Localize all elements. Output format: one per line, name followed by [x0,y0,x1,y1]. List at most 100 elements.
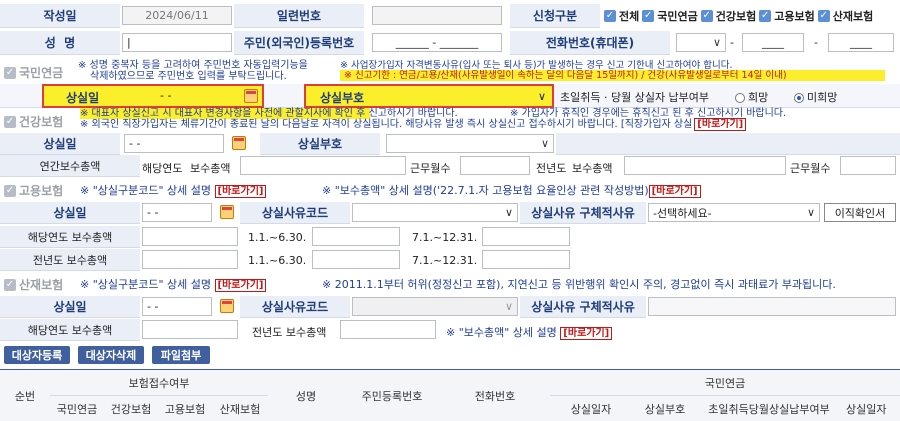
table-header-ins-health: 건강보험 [104,396,158,421]
employment-prev-period2-input[interactable] [482,250,570,269]
write-date-field[interactable]: 2024/06/11 [122,6,232,25]
serial-label: 일련번호 [234,4,364,28]
check-industrial-icon[interactable]: ✓ [817,10,830,22]
employment-cur-period1-input[interactable] [312,227,400,246]
employment-note-2-text: ※ "보수총액" 상세 설명('22.7.1.자 고용보험 요율인상 관련 작성… [322,184,649,197]
pension-loss-code-label: 상실부호 [320,91,365,105]
health-pay-total-label: 보수총액 [190,162,231,175]
calendar-icon[interactable] [244,89,258,103]
table-header-seq: 순번 [0,370,50,421]
pension-radio-yes[interactable]: 희망 [735,89,768,105]
phone-prefix-select[interactable]: ∨ [676,33,726,52]
employment-cur-pay-input[interactable] [142,227,238,246]
employment-check-icon[interactable]: ✓ [4,184,16,197]
pension-loss-date-label: 상실일 [66,91,100,105]
check-health-icon[interactable]: ✓ [700,10,713,22]
resident-input[interactable]: ______ - _______ [372,33,502,52]
employment-reason-code-select[interactable]: ∨ [352,203,518,222]
phone-last-input[interactable]: ____ [828,33,894,52]
employment-reason-detail-select[interactable]: -선택하세요- ∨ [648,203,820,222]
industrial-prev-pay-label: 전년도 보수총액 [252,326,327,339]
health-check-icon[interactable]: ✓ [4,115,16,128]
health-note-2-text: ※ 외국인 직장가입자는 체류기간이 종료된 날의 다음날로 자격이 상실됩니다… [80,119,693,130]
industrial-reason-detail-input[interactable] [648,297,896,316]
health-prev-year-label: 전년도 [536,162,567,175]
employment-reason-detail-label: 상실사유 구체적사유 [520,202,646,224]
health-prev-pay-input[interactable] [624,156,786,175]
employment-cur-period2-input[interactable] [482,227,570,246]
employment-cur-pay-label: 해당연도 보수총액 [0,226,140,248]
pension-loss-code-select[interactable]: ∨ [392,86,550,106]
calendar-icon[interactable] [220,205,234,219]
health-cur-year-label: 해당연도 [142,162,183,175]
write-date-label: 작성일 [0,4,120,28]
industrial-check-icon[interactable]: ✓ [4,278,16,291]
reason-select-value: -선택하세요- [653,206,712,220]
employment-prev-pay-label: 전년도 보수총액 [0,249,140,271]
pension-note-1b: 삭제하였으므로 주민번호 입력를 부탁드립니다. [90,71,287,82]
employment-code-link[interactable]: [바로가기] [214,185,267,198]
industrial-prev-pay-input[interactable] [340,320,436,339]
employment-loss-date-input[interactable]: - - [142,203,212,222]
check-pension-icon[interactable]: ✓ [642,10,655,22]
industrial-cur-pay-input[interactable] [142,320,238,339]
industrial-pay-note-text: ※ "보수총액" 상세 설명 [446,326,557,339]
calendar-icon[interactable] [232,136,246,150]
check-all-icon[interactable]: ✓ [604,10,616,22]
health-section-title: ✓ 건강보험 [4,113,63,130]
check-health-label: 건강보험 [715,10,757,23]
health-pay-total-label-2: 보수총액 [572,162,613,175]
pension-note-3: ※ 신고기한 : 연금/고용/산재(사유발생일이 속하는 달의 다음달 15일까… [344,70,787,81]
employment-prev-period1-input[interactable] [312,250,400,269]
pension-check-icon[interactable]: ✓ [4,66,16,79]
table-header-insurance-group: 보험접수여부 [50,370,268,395]
employment-prev-pay-input[interactable] [142,250,238,269]
health-note-2: ※ 외국인 직장가입자는 체류기간이 종료된 날의 다음날로 자격이 상실됩니다… [80,118,747,131]
chevron-down-icon: ∨ [712,36,721,49]
industrial-code-link[interactable]: [바로가기] [214,279,267,292]
employment-period-2b: 7.1.~12.31. [412,254,478,267]
health-cur-months-input[interactable] [460,156,530,175]
table-header-phone: 전화번호 [440,370,550,421]
health-note-1: ※ 대표자 상실신고 시 대표자 변경사항을 사전에 관할지사에 확인 후 신고… [80,108,458,119]
health-loss-code-label: 상실부호 [260,133,380,155]
phone-mid-input[interactable]: ____ [742,33,804,52]
employment-pay-link[interactable]: [바로가기] [648,185,701,198]
check-employment-icon[interactable]: ✓ [759,10,772,22]
table-header-name: 성명 [268,370,344,421]
pension-radio-no[interactable]: 미희망 [794,89,837,105]
table-mid-line [50,395,268,396]
employment-period-1: 1.1.~6.30. [248,231,307,244]
industrial-note-2: ※ 2011.1.1부터 허위(정정신고 포함), 지연신고 등 위반행위 확인… [322,278,836,291]
delete-target-button[interactable]: 대상자삭제 [78,346,144,364]
check-employment-label: 고용보험 [774,10,815,23]
health-prev-months-input[interactable] [840,156,896,175]
attach-file-button[interactable]: 파일첨부 [152,346,210,364]
resignation-confirm-button[interactable]: 이직확인서 [824,203,896,222]
industrial-cur-pay-label: 해당연도 보수총액 [0,319,140,341]
industrial-reason-code-select[interactable]: ∨ [352,297,518,316]
health-cur-pay-input[interactable] [240,156,406,175]
industrial-pay-link[interactable]: [바로가기] [560,327,613,340]
calendar-icon[interactable] [220,299,234,313]
industrial-loss-date-label: 상실일 [0,296,140,318]
industrial-loss-date-input[interactable]: - - [142,297,212,316]
phone-dash-1: - [730,36,734,49]
health-months-label: 근무월수 [410,162,451,175]
pension-loss-date-value[interactable]: - - [160,89,171,102]
register-target-button[interactable]: 대상자등록 [4,346,70,364]
serial-field[interactable] [372,6,502,25]
table-header-resident: 주민등록번호 [344,370,440,421]
table-header-pension-loss-date: 상실일자 [550,396,632,421]
phone-label: 전화번호(휴대폰) [510,31,670,55]
health-loss-date-input[interactable]: - - [124,134,224,153]
name-input[interactable]: | [122,33,232,52]
health-shortcut-link[interactable]: [바로가기] [694,118,747,131]
pension-title: 국민연금 [19,66,64,80]
name-label: 성 명 [0,31,120,55]
chevron-down-icon: ∨ [806,206,815,219]
table-mid-line-2 [550,395,900,396]
health-loss-code-select[interactable]: ∨ [386,134,554,153]
industrial-section-title: ✓ 산재보험 [4,276,63,293]
table-header-ins-industrial: 산재보험 [212,396,268,421]
